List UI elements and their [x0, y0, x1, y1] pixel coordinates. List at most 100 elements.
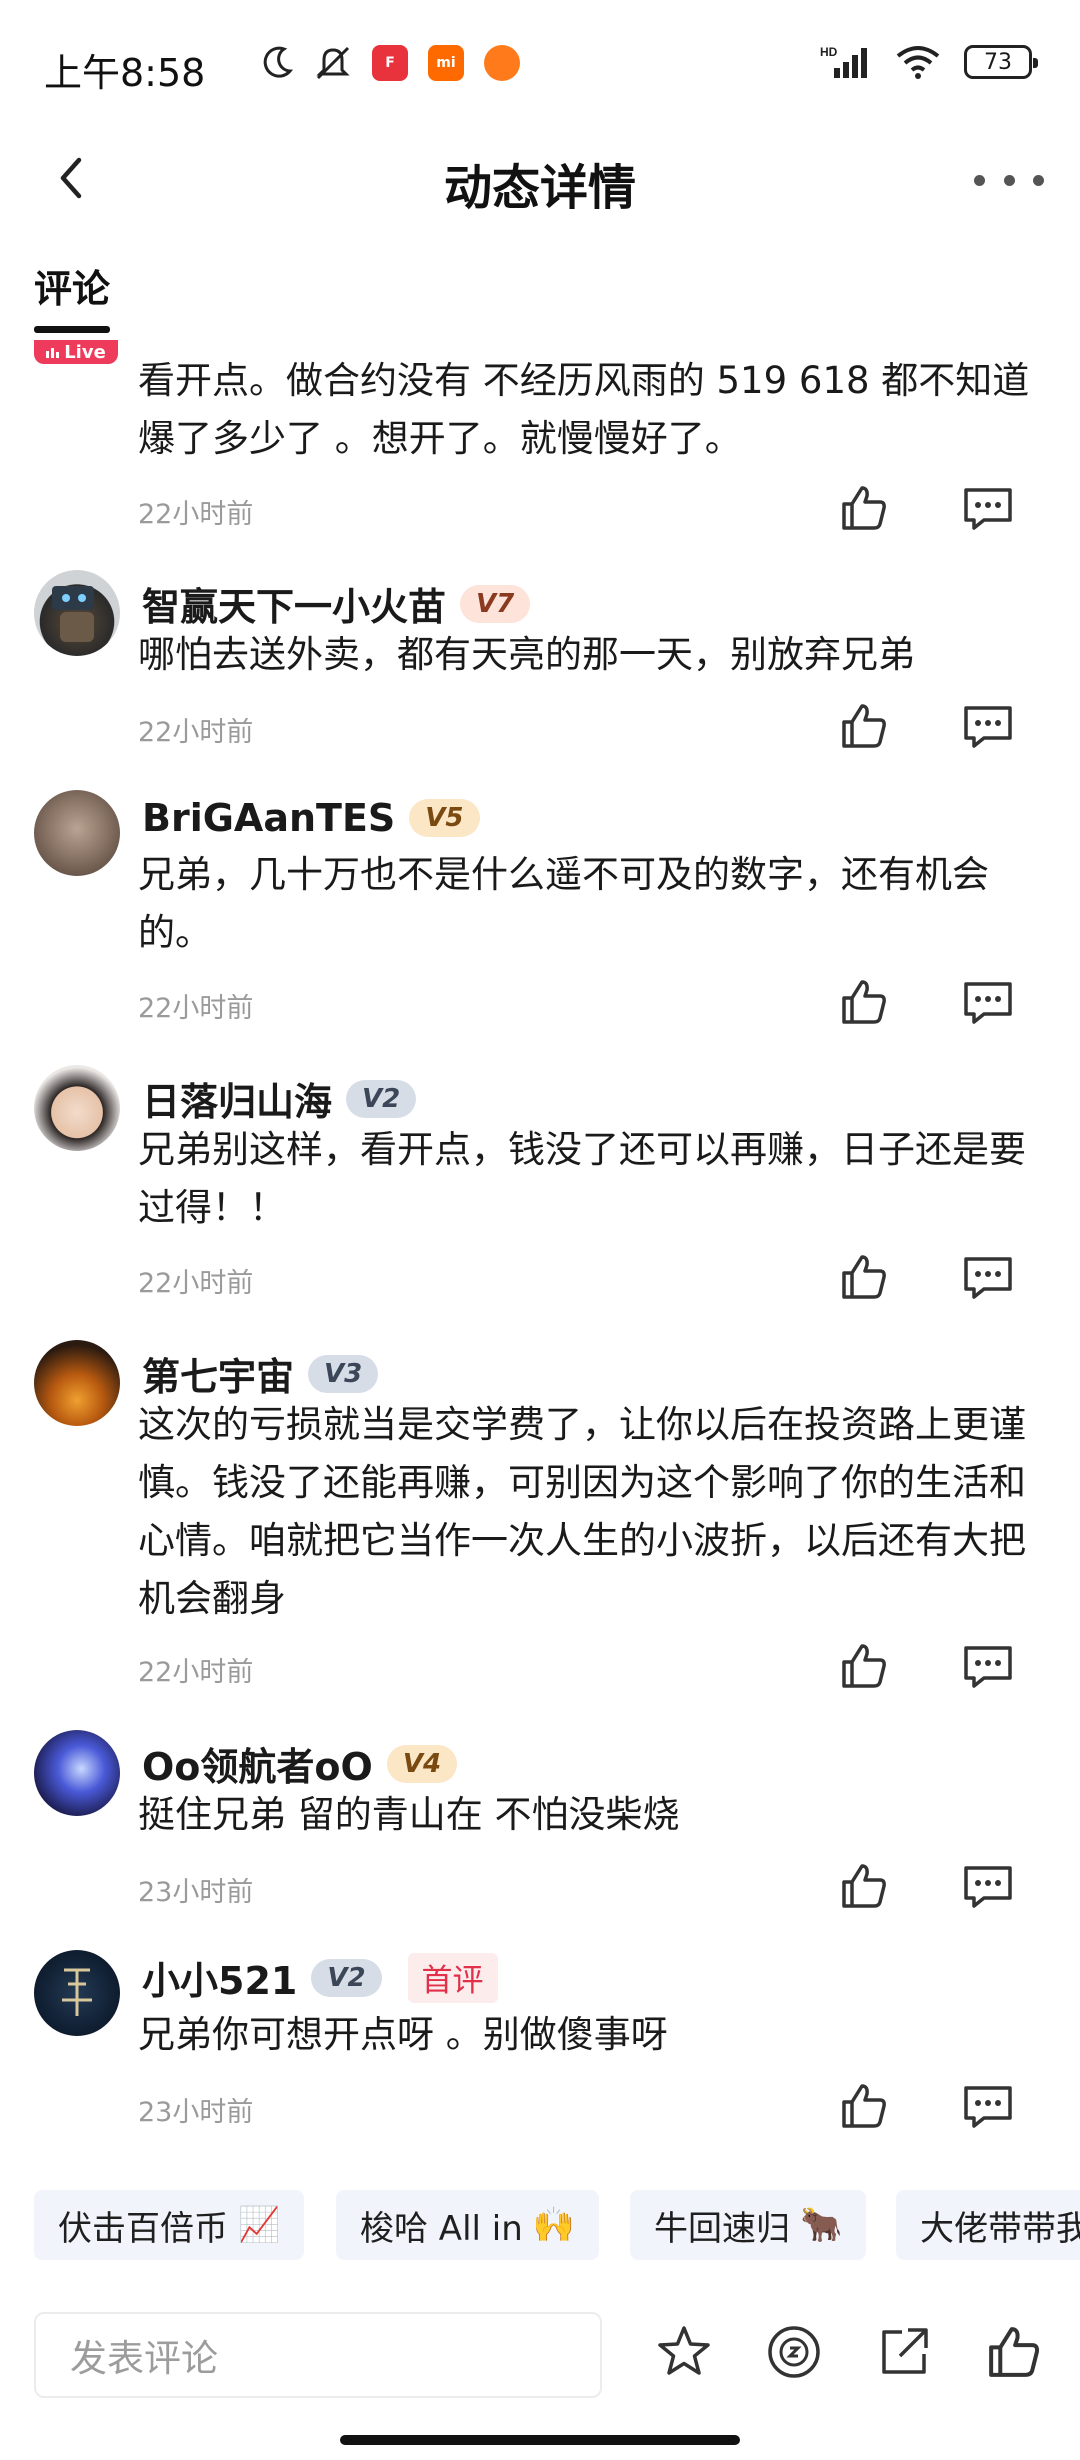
status-right-icons: HD 73	[820, 44, 1038, 80]
thumbs-up-icon	[842, 1644, 886, 1688]
comment-author-row: 小小521 V2 首评	[142, 1950, 498, 2005]
level-badge: V4	[386, 1744, 458, 1783]
tip-coin-button[interactable]	[762, 2320, 826, 2384]
mi-icon: mi	[428, 45, 464, 81]
quick-reply-chip[interactable]: 大佬带带我	[896, 2190, 1080, 2260]
reply-button[interactable]	[960, 698, 1016, 754]
mute-icon	[316, 46, 350, 80]
comment-text: 看开点。做合约没有 不经历风雨的 519 618 都不知道爆了多少了 。想开了。…	[138, 359, 1030, 460]
page-title: 动态详情	[443, 160, 636, 216]
status-bar: 上午8:58 F mi HD 73	[0, 0, 1080, 130]
svg-text:HD: HD	[820, 45, 838, 59]
pumpkin-icon	[484, 45, 520, 81]
coin-icon	[768, 2326, 820, 2378]
star-icon	[658, 2326, 710, 2375]
reply-button[interactable]	[960, 1249, 1016, 1305]
tab-active-indicator	[34, 326, 110, 333]
chip-label: 牛回速归	[654, 2208, 790, 2249]
comment-item: 智赢天下一小火苗 V7 哪怕去送外卖，都有天亮的那一天，别放弃兄弟 22小时前	[0, 570, 1080, 770]
status-time: 上午8:58	[44, 51, 206, 95]
reply-button[interactable]	[960, 1858, 1016, 1914]
username[interactable]: 第七宇宙	[142, 1346, 294, 1401]
chart-up-icon: 📈	[238, 2205, 281, 2245]
reply-button[interactable]	[960, 974, 1016, 1030]
like-button[interactable]	[836, 1858, 892, 1914]
chat-bubble-icon	[964, 1646, 1012, 1688]
avatar[interactable]	[34, 1340, 120, 1426]
quick-reply-chip[interactable]: 伏击百倍币 📈	[34, 2190, 305, 2260]
comment-time: 22小时前	[138, 993, 254, 1024]
more-dot-icon	[1033, 174, 1044, 186]
comment-list[interactable]: Live 看开点。做合约没有 不经历风雨的 519 618 都不知道爆了多少了 …	[0, 340, 1080, 2160]
reply-button[interactable]	[960, 1638, 1016, 1694]
comment-item: 小小521 V2 首评 兄弟你可想开点呀 。别做傻事呀 23小时前	[0, 1950, 1080, 2150]
reply-button[interactable]	[960, 2078, 1016, 2134]
thumbs-up-icon	[842, 1864, 886, 1908]
thumbs-up-icon	[842, 704, 886, 748]
like-post-button[interactable]	[982, 2320, 1046, 2384]
comment-text: 挺住兄弟 留的青山在 不怕没柴烧	[138, 1793, 680, 1836]
chip-label: 梭哈 All in	[360, 2208, 523, 2249]
chip-label: 大佬带带我	[920, 2208, 1080, 2249]
thumbs-up-icon	[989, 2327, 1040, 2377]
bull-icon: 🐂	[800, 2205, 843, 2245]
like-button[interactable]	[836, 2078, 892, 2134]
signal-icon: HD	[820, 45, 867, 78]
comment-time: 22小时前	[138, 1268, 254, 1299]
username[interactable]: Oo领航者oO	[142, 1736, 373, 1791]
comment-time: 22小时前	[138, 499, 254, 530]
comment-input[interactable]: 发表评论	[34, 2312, 602, 2398]
more-options-button[interactable]	[974, 160, 1044, 200]
quick-reply-chip[interactable]: 牛回速归 🐂	[630, 2190, 867, 2260]
favorite-button[interactable]	[652, 2320, 716, 2384]
battery-level: 73	[984, 49, 1012, 75]
moon-icon	[263, 46, 294, 78]
comment-item: BriGAanTES V5 兄弟，几十万也不是什么遥不可及的数字，还有机会的。 …	[0, 790, 1080, 1040]
reply-button[interactable]	[960, 480, 1016, 536]
like-button[interactable]	[836, 480, 892, 536]
comment-time: 22小时前	[138, 717, 254, 748]
thumbs-up-icon	[842, 2084, 886, 2128]
comment-time: 23小时前	[138, 1877, 254, 1908]
comment-time: 22小时前	[138, 1657, 254, 1688]
tab-comments[interactable]: 评论	[34, 258, 110, 313]
like-button[interactable]	[836, 698, 892, 754]
chat-bubble-icon	[964, 1866, 1012, 1908]
level-badge: V2	[311, 1958, 382, 1997]
comment-author-row: 日落归山海 V2	[142, 1071, 417, 1126]
username[interactable]: 日落归山海	[142, 1071, 332, 1126]
home-indicator[interactable]	[340, 2435, 740, 2445]
quick-reply-bar: 伏击百倍币 📈 梭哈 All in 🙌 牛回速归 🐂 大佬带带我	[0, 2190, 1080, 2270]
username[interactable]: 智赢天下一小火苗	[142, 576, 446, 631]
robot-avatar-icon	[52, 586, 94, 642]
avatar[interactable]	[34, 570, 120, 656]
comment-author-row: BriGAanTES V5	[142, 796, 480, 840]
avatar[interactable]	[34, 1065, 120, 1151]
comment-item: Oo领航者oO V4 挺住兄弟 留的青山在 不怕没柴烧 23小时前	[0, 1730, 1080, 1930]
comment-author-row: 第七宇宙 V3	[142, 1346, 379, 1401]
comment-item: 日落归山海 V2 兄弟别这样，看开点，钱没了还可以再赚，日子还是要过得！！ 22…	[0, 1065, 1080, 1315]
avatar[interactable]	[34, 1730, 120, 1816]
like-button[interactable]	[836, 1249, 892, 1305]
quick-reply-chip[interactable]: 梭哈 All in 🙌	[336, 2190, 600, 2260]
level-badge: V5	[409, 799, 480, 837]
username[interactable]: BriGAanTES	[142, 796, 395, 840]
like-button[interactable]	[836, 1638, 892, 1694]
level-badge: V3	[308, 1354, 379, 1393]
top-nav-bar: 动态详情	[0, 120, 1080, 240]
chip-label: 伏击百倍币	[58, 2208, 228, 2249]
live-badge-label: Live	[64, 341, 106, 363]
like-button[interactable]	[836, 974, 892, 1030]
chat-bubble-icon	[964, 488, 1012, 530]
username[interactable]: 小小521	[142, 1950, 297, 2005]
comment-author-row: 智赢天下一小火苗 V7	[142, 576, 531, 631]
comment-item: Live 看开点。做合约没有 不经历风雨的 519 618 都不知道爆了多少了 …	[0, 340, 1080, 550]
avatar[interactable]	[34, 1950, 120, 2036]
avatar[interactable]	[34, 790, 120, 876]
battery-indicator: 73	[964, 45, 1038, 79]
wifi-icon	[896, 46, 940, 79]
raised-hands-icon: 🙌	[532, 2205, 576, 2245]
share-button[interactable]	[872, 2320, 936, 2384]
level-badge: V7	[460, 584, 531, 623]
chat-bubble-icon	[964, 1257, 1012, 1299]
